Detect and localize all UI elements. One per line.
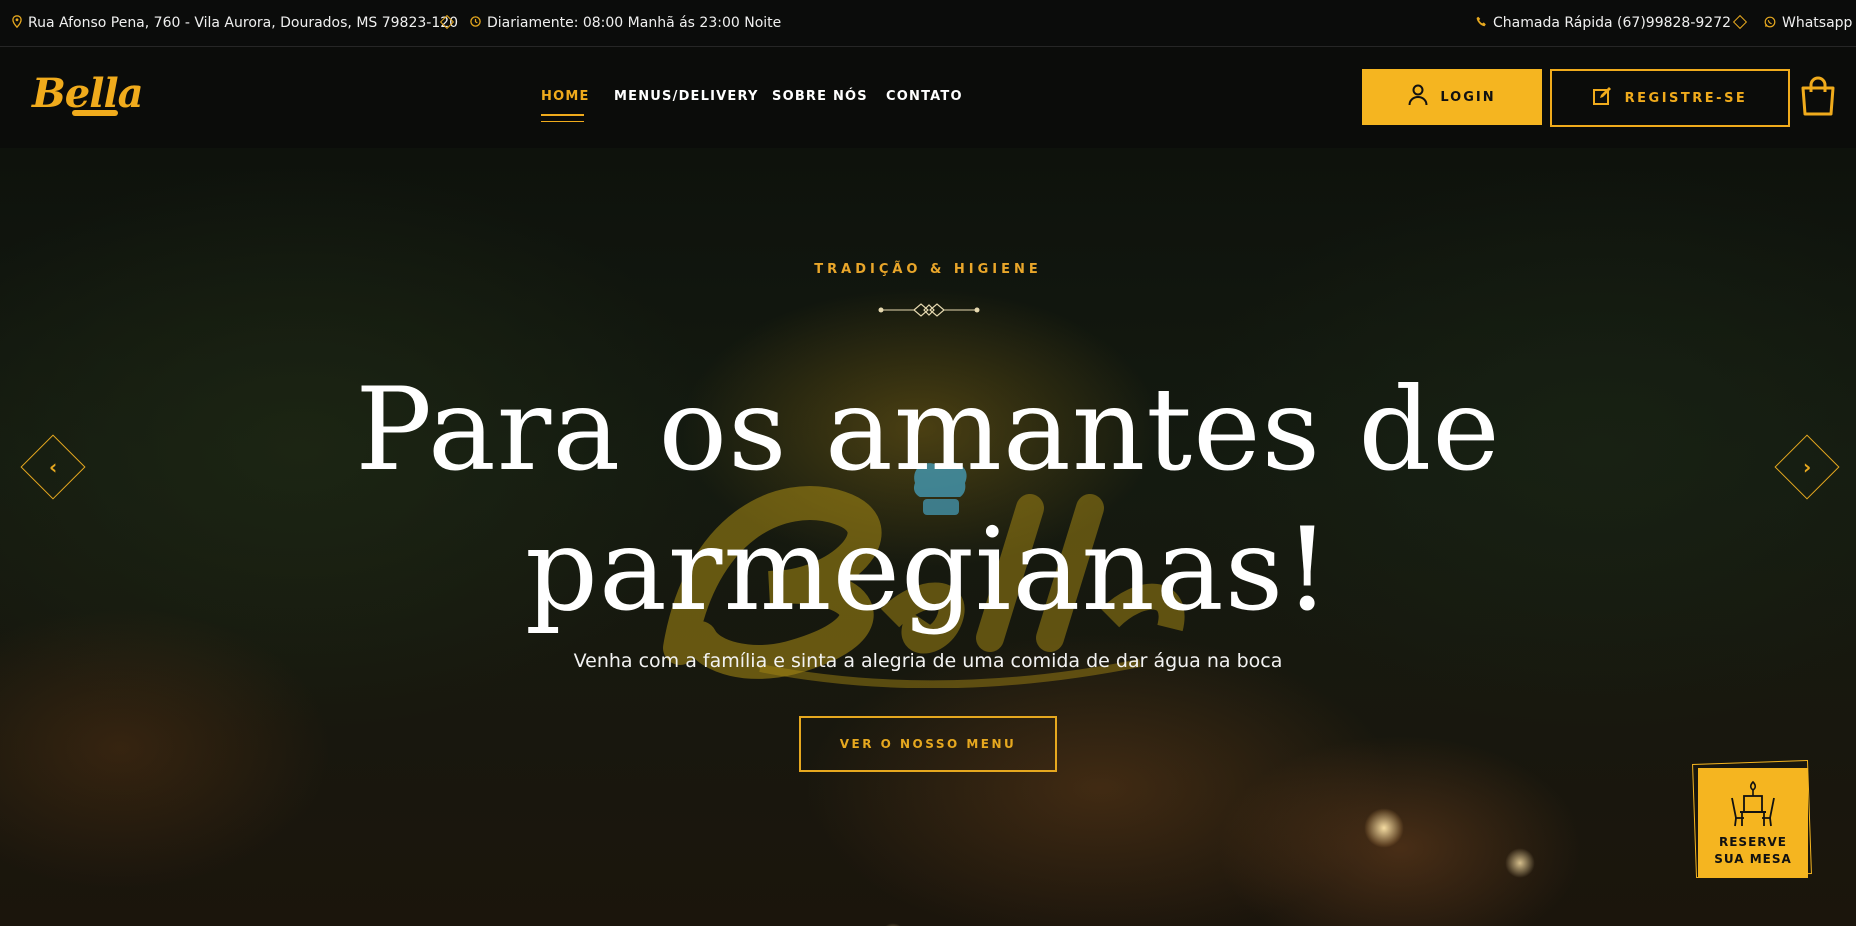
headline-line-2: parmegianas! bbox=[524, 503, 1332, 636]
phone-icon bbox=[1476, 16, 1487, 30]
headline-line-1: Para os amantes de bbox=[355, 363, 1501, 496]
hero-headline: Para os amantes de parmegianas! bbox=[0, 360, 1856, 640]
nav-item-sobre-nos[interactable]: SOBRE NÓS bbox=[772, 89, 868, 104]
ornament-divider bbox=[878, 302, 980, 317]
phone-text: Chamada Rápida (67)99828-9272 bbox=[1493, 15, 1732, 31]
user-icon bbox=[1408, 84, 1428, 110]
hours-text: Diariamente: 08:00 Manhã ás 23:00 Noite bbox=[487, 15, 782, 31]
nav-item-menus-delivery[interactable]: MENUS/DELIVERY bbox=[614, 89, 759, 104]
hero-subline: Venha com a família e sinta a alegria de… bbox=[573, 650, 1283, 672]
reserve-label-line-1: RESERVE bbox=[1718, 835, 1787, 849]
reserve-table-button[interactable]: RESERVE SUA MESA bbox=[1698, 768, 1808, 878]
reserve-label-line-2: SUA MESA bbox=[1714, 852, 1792, 866]
map-pin-icon bbox=[12, 15, 22, 31]
login-button[interactable]: LOGIN bbox=[1362, 69, 1542, 125]
register-label: REGISTRE-SE bbox=[1624, 90, 1748, 106]
active-nav-underline bbox=[541, 114, 584, 122]
lamp-light bbox=[1364, 808, 1404, 848]
dining-table-icon bbox=[1730, 780, 1776, 828]
nav-item-home[interactable]: HOME bbox=[541, 89, 590, 104]
chevron-left-icon: ‹ bbox=[48, 455, 58, 479]
separator-diamond bbox=[1732, 14, 1748, 30]
nav-item-contato[interactable]: CONTATO bbox=[886, 89, 963, 104]
lamp-light bbox=[1505, 848, 1535, 878]
address-info: Rua Afonso Pena, 760 - Vila Aurora, Dour… bbox=[12, 15, 458, 31]
top-info-bar: Rua Afonso Pena, 760 - Vila Aurora, Dour… bbox=[0, 0, 1856, 47]
clock-icon bbox=[470, 16, 481, 30]
register-button[interactable]: REGISTRE-SE bbox=[1550, 69, 1790, 127]
chevron-right-icon: › bbox=[1802, 455, 1812, 479]
hero-kicker: TRADIÇÃO & HIGIENE bbox=[814, 262, 1042, 277]
reserve-label: RESERVE SUA MESA bbox=[1698, 834, 1808, 868]
shopping-bag-icon[interactable] bbox=[1800, 76, 1836, 116]
login-label: LOGIN bbox=[1440, 89, 1496, 105]
phone-link[interactable]: Chamada Rápida (67)99828-9272 bbox=[1476, 15, 1731, 31]
whatsapp-text: Whatsapp bbox=[1782, 15, 1853, 31]
whatsapp-icon bbox=[1764, 16, 1776, 31]
edit-icon bbox=[1592, 86, 1613, 110]
whatsapp-link[interactable]: Whatsapp bbox=[1764, 15, 1852, 31]
hours-info: Diariamente: 08:00 Manhã ás 23:00 Noite bbox=[470, 15, 781, 31]
logo-ribbon bbox=[72, 110, 118, 116]
view-menu-button[interactable]: VER O NOSSO MENU bbox=[799, 716, 1057, 772]
brand-logo[interactable]: Bella bbox=[32, 70, 144, 117]
address-text: Rua Afonso Pena, 760 - Vila Aurora, Dour… bbox=[28, 15, 459, 31]
